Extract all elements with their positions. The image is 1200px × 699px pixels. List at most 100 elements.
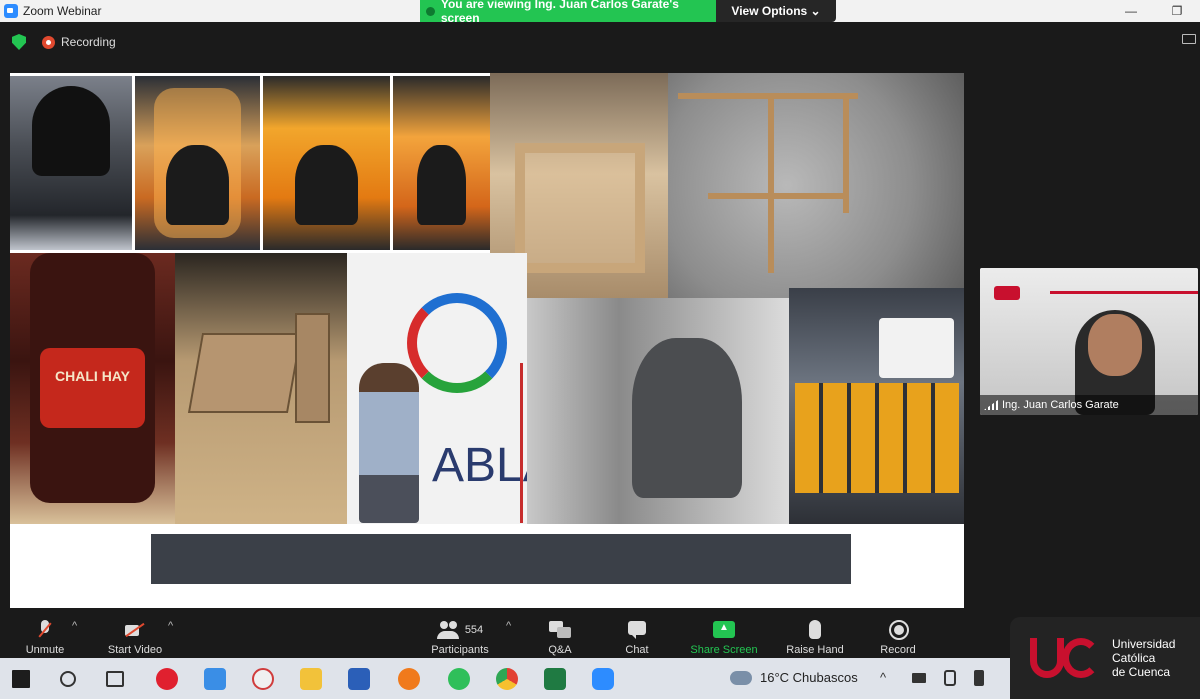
brand-line: [1050, 291, 1198, 294]
tray-overflow-caret[interactable]: ^: [880, 670, 886, 685]
battery-icon[interactable]: [944, 670, 956, 686]
sharing-dot-icon: [426, 6, 435, 16]
participants-icon: [436, 620, 459, 640]
bunk-bed-shape: [515, 143, 645, 273]
recording-label: Recording: [61, 35, 116, 49]
audio-options-caret[interactable]: ^: [72, 620, 77, 632]
qa-button[interactable]: Q&A: [540, 612, 580, 656]
zoom-logo-icon: [4, 4, 18, 18]
minimize-icon[interactable]: —: [1108, 0, 1154, 22]
file-explorer-icon[interactable]: [300, 668, 322, 690]
photo-uv-printer: [789, 288, 964, 524]
weather-text: 16°C Chubascos: [760, 670, 858, 685]
ucuenca-logo-icon: [994, 286, 1020, 300]
photo-cowboy-lamp-1: [135, 76, 260, 250]
speaker-video-tile[interactable]: Ing. Juan Carlos Garate: [980, 268, 1198, 415]
microphone-muted-icon: [34, 620, 56, 640]
emblem-c-shape: [1062, 638, 1100, 678]
raise-hand-label: Raise Hand: [786, 644, 844, 656]
participants-icon-group: 554: [436, 620, 484, 644]
volume-icon[interactable]: [974, 670, 984, 686]
view-options-button[interactable]: View Options ⌄: [716, 0, 836, 22]
qa-icon: [549, 620, 571, 640]
photo-cowboy-lamp-3: [393, 76, 490, 250]
silhouette-shape: [166, 145, 229, 225]
photo-cowboy-lamp-2: [263, 76, 390, 250]
share-screen-button[interactable]: Share Screen: [684, 612, 764, 656]
record-button[interactable]: Record: [873, 612, 923, 656]
participant-name: Ing. Juan Carlos Garate: [1002, 399, 1119, 411]
excel-icon[interactable]: [544, 668, 566, 690]
unmute-button[interactable]: Unmute: [20, 612, 70, 656]
university-badge: Universidad Católica de Cuenca: [1010, 617, 1200, 699]
participant-name-tag: Ing. Juan Carlos Garate: [980, 395, 1198, 415]
photo-beer-bottle: CHALI HAY: [10, 253, 175, 524]
ucuenca-emblem-icon: [1030, 632, 1102, 684]
chair-shape: [295, 313, 330, 423]
network-icon[interactable]: [912, 673, 926, 683]
window-title: Zoom Webinar: [23, 4, 102, 18]
university-name: Universidad Católica de Cuenca: [1112, 637, 1175, 679]
share-screen-icon: [713, 620, 735, 640]
shield-icon[interactable]: [12, 34, 26, 50]
desk-shape: [187, 333, 303, 413]
exit-fullscreen-icon[interactable]: [1182, 34, 1196, 44]
vader-mask-shape: [32, 86, 110, 176]
record-label: Record: [880, 644, 916, 656]
participants-count: 554: [464, 624, 484, 636]
task-view-icon[interactable]: [106, 671, 124, 687]
participants-options-caret[interactable]: ^: [506, 620, 511, 632]
video-options-caret[interactable]: ^: [168, 620, 173, 632]
bottle-label: CHALI HAY: [40, 348, 145, 428]
photo-3d-printed-pieta: [527, 298, 789, 524]
search-icon[interactable]: [60, 671, 76, 687]
whatsapp-icon[interactable]: [448, 668, 470, 690]
rider-silhouette-shape: [417, 145, 466, 225]
unmute-label: Unmute: [25, 644, 65, 656]
start-video-label: Start Video: [107, 644, 163, 656]
statue-shape: [632, 338, 742, 498]
presenter-figure: [359, 363, 419, 523]
photo-vader-lamp: [10, 76, 132, 250]
word-icon[interactable]: [348, 668, 370, 690]
chat-icon: [626, 620, 648, 640]
qa-label: Q&A: [548, 644, 572, 656]
shared-screen-slide: CHALI HAY ABLA: [10, 73, 964, 608]
opera-icon[interactable]: [156, 668, 178, 690]
windows-start-icon[interactable]: [12, 670, 30, 688]
horse-silhouette-shape: [294, 145, 359, 225]
weather-widget[interactable]: 16°C Chubascos: [730, 670, 858, 685]
screen-share-banner: You are viewing Ing. Juan Carlos Garate'…: [420, 0, 716, 25]
zoom-webinar-window: Zoom Webinar — ❐ You are viewing Ing. Ju…: [0, 0, 1200, 699]
participants-button[interactable]: 554 Participants: [425, 612, 495, 656]
meeting-status-row: Recording: [0, 30, 116, 54]
video-camera-off-icon: [124, 620, 146, 640]
chat-button[interactable]: Chat: [617, 612, 657, 656]
fablab-logo-icon: [407, 293, 507, 393]
raise-hand-button[interactable]: Raise Hand: [781, 612, 849, 656]
maze-wall: [843, 93, 849, 213]
maze-wall: [768, 93, 774, 273]
zoom-taskbar-icon[interactable]: [592, 668, 614, 690]
participants-label: Participants: [431, 644, 489, 656]
university-name-line1: Universidad: [1112, 637, 1176, 651]
start-video-button[interactable]: Start Video: [100, 612, 170, 656]
maximize-icon[interactable]: ❐: [1154, 0, 1200, 22]
paint-icon[interactable]: [252, 668, 274, 690]
printer-shape: [879, 318, 954, 378]
university-name-line3: de Cuenca: [1112, 665, 1171, 679]
maze-wall: [708, 193, 848, 199]
slide-caption-bar: [151, 534, 851, 584]
store-icon[interactable]: [204, 668, 226, 690]
share-banner-text: You are viewing Ing. Juan Carlos Garate'…: [440, 0, 679, 25]
red-divider: [520, 363, 523, 523]
emblem-u-shape: [1030, 638, 1064, 678]
chrome-icon[interactable]: [496, 668, 518, 690]
firefox-icon[interactable]: [398, 668, 420, 690]
cloud-rain-icon: [730, 670, 752, 685]
share-screen-label: Share Screen: [690, 644, 758, 656]
photo-wooden-desk: [175, 253, 347, 524]
raise-hand-icon: [804, 620, 826, 640]
recording-icon: [42, 35, 55, 49]
fablab-text: ABLA: [432, 439, 527, 492]
